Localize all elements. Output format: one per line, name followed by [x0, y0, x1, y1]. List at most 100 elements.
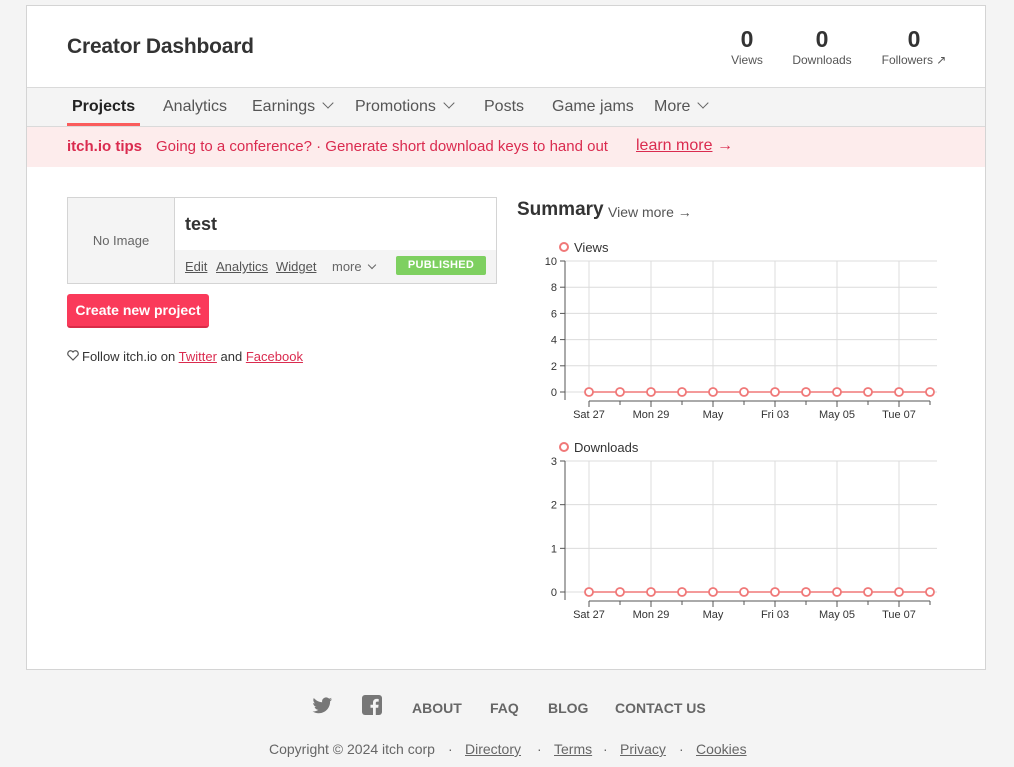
analytics-link[interactable]: Analytics	[216, 259, 268, 274]
tab-earnings[interactable]: Earnings	[252, 88, 334, 126]
data-point	[646, 387, 656, 397]
data-point	[739, 587, 749, 597]
y-tick-label: 3	[551, 456, 557, 468]
footer-blog-link[interactable]: BLOG	[548, 700, 588, 716]
dashboard-card: Creator Dashboard 0 Views 0 Downloads 0 …	[26, 5, 986, 670]
x-tick-label: Fri 03	[761, 409, 789, 421]
data-point	[615, 587, 625, 597]
y-tick-label: 0	[551, 387, 557, 399]
followers-link[interactable]: Followers ↗	[877, 53, 951, 67]
data-point	[894, 387, 904, 397]
downloads-chart: Downloads 0 1 2 3 Sat 27 Mon 29 May Fri 03 May 05…	[551, 440, 937, 621]
tab-more[interactable]: More	[654, 88, 710, 126]
tab-analytics[interactable]: Analytics	[163, 88, 227, 126]
y-tick-label: 0	[551, 587, 557, 599]
data-point	[584, 587, 594, 597]
x-tick-label: Tue 07	[882, 609, 916, 621]
follow-line: Follow itch.io on Twitter and Facebook	[67, 349, 303, 364]
heart-icon	[67, 349, 79, 364]
copyright-text: Copyright © 2024 itch corp	[269, 741, 435, 757]
x-tick-label: Sat 27	[573, 609, 605, 621]
learn-more-text[interactable]: learn more	[636, 137, 712, 154]
view-more-link[interactable]: View more →	[608, 204, 692, 220]
y-tick-label: 2	[551, 500, 557, 512]
twitter-icon[interactable]	[312, 697, 333, 718]
more-dropdown[interactable]: more	[332, 259, 376, 274]
data-point	[708, 387, 718, 397]
terms-link[interactable]: Terms	[554, 741, 592, 757]
tab-projects[interactable]: Projects	[66, 88, 141, 126]
privacy-link[interactable]: Privacy	[620, 741, 666, 757]
stat-value: 0	[740, 26, 754, 52]
views-chart: Views 0 2 4 6 8 10 Sat 27 Mon 29 May Fri 03 May 05 T…	[545, 240, 937, 421]
x-tick-label: May	[703, 409, 724, 421]
project-actions: Edit Analytics Widget more PUBLISHED	[175, 250, 496, 283]
widget-link[interactable]: Widget	[276, 259, 316, 274]
chevron-down-icon	[367, 260, 376, 270]
cookies-link[interactable]: Cookies	[696, 741, 747, 757]
more-label: more	[332, 259, 362, 274]
chevron-down-icon	[443, 97, 455, 109]
x-tick-label: May 05	[819, 409, 855, 421]
arrow-right-icon: →	[716, 137, 733, 154]
data-point	[863, 387, 873, 397]
y-tick-label: 1	[551, 543, 557, 555]
x-tick-label: Mon 29	[633, 609, 670, 621]
data-point	[708, 587, 718, 597]
stat-followers[interactable]: 0 Followers ↗	[877, 26, 951, 67]
footer-contact-link[interactable]: CONTACT US	[615, 700, 706, 716]
learn-more-link[interactable]: learn more →	[636, 137, 733, 155]
data-point	[770, 387, 780, 397]
separator: ·	[537, 741, 542, 757]
edit-link[interactable]: Edit	[185, 259, 207, 274]
create-project-button[interactable]: Create new project	[67, 294, 209, 328]
stat-label: Views	[731, 53, 763, 67]
x-tick-label: Mon 29	[633, 409, 670, 421]
chart-title: Views	[574, 240, 609, 255]
x-tick-label: May 05	[819, 609, 855, 621]
tips-banner: itch.io tips Going to a conference? · Ge…	[27, 127, 985, 167]
dashboard-nav: Projects Analytics Earnings Promotions P…	[27, 87, 985, 127]
stat-views: 0 Views	[722, 26, 772, 67]
data-point	[832, 387, 842, 397]
data-point	[646, 587, 656, 597]
project-card: No Image test Edit Analytics Widget more…	[67, 197, 497, 284]
twitter-link[interactable]: Twitter	[179, 349, 217, 364]
footer-about-link[interactable]: ABOUT	[412, 700, 462, 716]
tab-label: More	[654, 98, 691, 115]
directory-link[interactable]: Directory	[465, 741, 521, 757]
data-point	[863, 587, 873, 597]
legend-marker	[559, 242, 569, 252]
data-point	[615, 387, 625, 397]
x-tick-label: Fri 03	[761, 609, 789, 621]
follow-prefix: Follow itch.io on	[82, 349, 176, 364]
data-point	[677, 387, 687, 397]
facebook-link[interactable]: Facebook	[246, 349, 303, 364]
data-point	[832, 587, 842, 597]
stat-value: 0	[907, 26, 921, 52]
facebook-icon[interactable]	[362, 695, 382, 718]
data-point	[801, 587, 811, 597]
tab-promotions[interactable]: Promotions	[355, 88, 455, 126]
project-title[interactable]: test	[185, 214, 217, 235]
y-tick-label: 6	[551, 308, 557, 320]
chart-title: Downloads	[574, 440, 639, 455]
x-tick-label: Tue 07	[882, 409, 916, 421]
y-tick-label: 10	[545, 256, 557, 268]
chevron-down-icon	[697, 97, 710, 109]
data-point	[677, 587, 687, 597]
data-point	[584, 387, 594, 397]
tab-game-jams[interactable]: Game jams	[552, 88, 634, 126]
summary-title: Summary	[517, 199, 604, 220]
footer-faq-link[interactable]: FAQ	[490, 700, 519, 716]
separator: ·	[679, 741, 684, 757]
tab-posts[interactable]: Posts	[484, 88, 524, 126]
data-point	[770, 587, 780, 597]
x-tick-label: May	[703, 609, 724, 621]
data-point	[894, 587, 904, 597]
y-tick-label: 8	[551, 282, 557, 294]
chevron-down-icon	[322, 97, 334, 109]
dashboard-header: Creator Dashboard 0 Views 0 Downloads 0 …	[27, 6, 985, 87]
data-point	[925, 587, 935, 597]
project-thumbnail[interactable]: No Image	[68, 198, 175, 283]
